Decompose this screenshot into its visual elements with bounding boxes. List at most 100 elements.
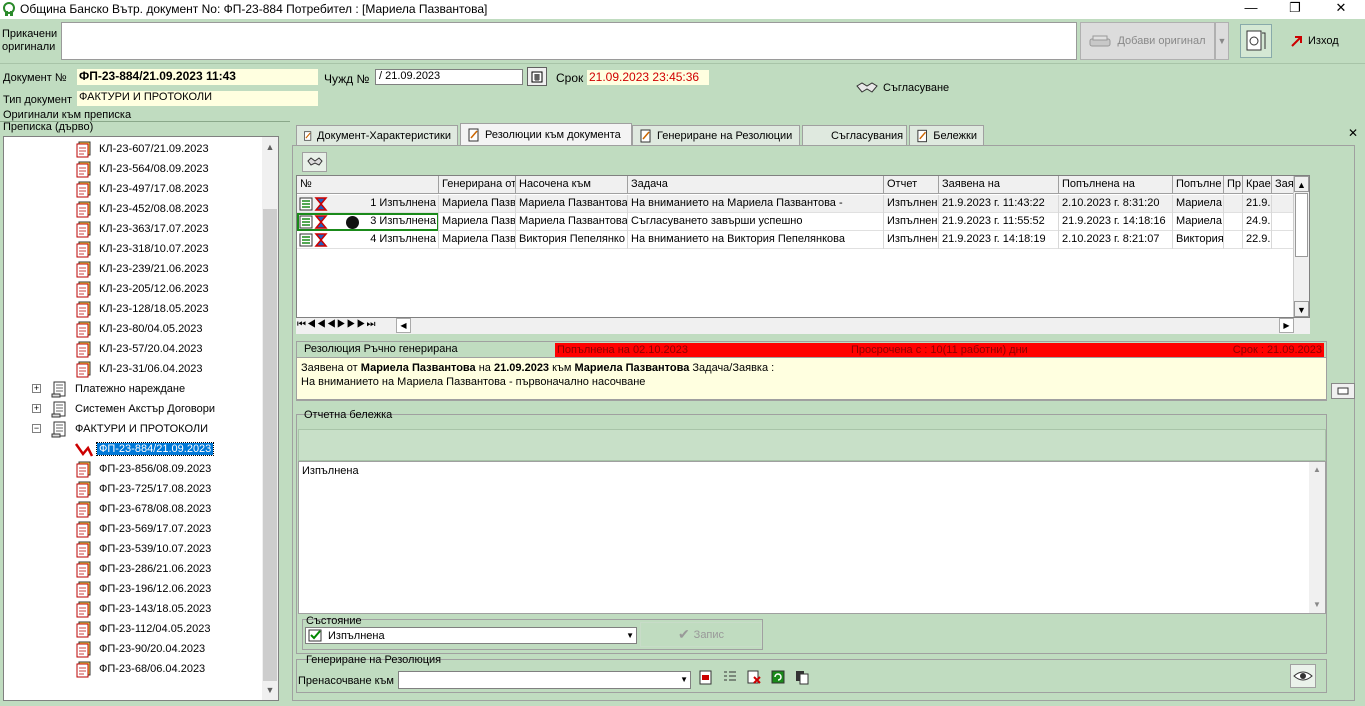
tree-scrollbar[interactable]: ▲ ▼ xyxy=(262,137,278,700)
exit-button[interactable]: Изход xyxy=(1290,28,1339,54)
resolution-label: Резолюция Ръчно генерирана xyxy=(304,343,458,355)
note-scroll-up[interactable]: ▲ xyxy=(1309,462,1325,478)
tab-1[interactable]: Резолюции към документа xyxy=(460,123,632,145)
tree-item-label: КЛ-23-57/20.04.2023 xyxy=(99,343,203,355)
overdue-text: Просрочена с : 10(11 работни) дни xyxy=(851,344,1028,356)
tree-item[interactable]: + Системен Акстър Договори xyxy=(32,399,217,419)
tree-item[interactable]: ФП-23-90/20.04.2023 xyxy=(74,639,207,659)
table-row[interactable]: 3 ИзпълненаМариела ПазвантоваМариела Паз… xyxy=(297,213,1294,231)
tree-item[interactable]: ФП-23-112/04.05.2023 xyxy=(74,619,212,639)
attach-tool-button[interactable] xyxy=(1240,24,1272,58)
grid-column-header[interactable]: Попълне xyxy=(1173,176,1224,194)
on-label: на xyxy=(478,362,491,374)
maximize-button[interactable]: ❐ xyxy=(1272,0,1318,19)
tree-item[interactable]: КЛ-23-128/18.05.2023 xyxy=(74,299,211,319)
tree-item[interactable]: КЛ-23-318/10.07.2023 xyxy=(74,239,211,259)
tree-item[interactable]: + Платежно нареждане xyxy=(32,379,187,399)
tabs-close-icon[interactable]: ✕ xyxy=(1348,126,1358,140)
hscroll-left[interactable]: ◀ xyxy=(396,318,411,333)
approval-button[interactable]: Съгласуване xyxy=(856,80,949,96)
attachments-box[interactable] xyxy=(61,22,1077,60)
tree-item[interactable]: ФП-23-884/21.09.2023 xyxy=(74,439,215,459)
grid-column-header[interactable]: Заявена на xyxy=(939,176,1059,194)
tree-item[interactable]: КЛ-23-80/04.05.2023 xyxy=(74,319,205,339)
grid-column-header[interactable]: Попълнена на xyxy=(1059,176,1173,194)
tree-item[interactable]: КЛ-23-363/17.07.2023 xyxy=(74,219,211,239)
grid-column-header[interactable]: Насочена към xyxy=(516,176,628,194)
delete-resolution-icon[interactable] xyxy=(746,669,762,685)
grid-column-header[interactable]: № xyxy=(297,176,439,194)
record-navigator-icons[interactable]: ⏮◀◀◀▶▶▶⏭ xyxy=(297,319,377,330)
tree-expander[interactable]: − xyxy=(32,424,41,433)
tab-3[interactable]: Съгласувания xyxy=(802,125,907,145)
grid-toolbar-button[interactable] xyxy=(302,152,327,172)
tree-scroll-up[interactable]: ▲ xyxy=(262,139,278,155)
document-stack-icon xyxy=(76,301,91,318)
grid-column-header[interactable]: Крае xyxy=(1243,176,1272,194)
tree-item[interactable]: ФП-23-856/08.09.2023 xyxy=(74,459,213,479)
tree-item[interactable]: КЛ-23-31/06.04.2023 xyxy=(74,359,205,379)
close-button[interactable]: ✕ xyxy=(1318,0,1364,19)
grid-cell: 21.9.2023 г. 11:43:22 xyxy=(939,195,1059,213)
tree-item[interactable]: ФП-23-68/06.04.2023 xyxy=(74,659,207,679)
tree-item[interactable]: КЛ-23-607/21.09.2023 xyxy=(74,139,211,159)
redirect-select[interactable]: ▼ xyxy=(398,671,691,689)
refresh-resolution-icon[interactable] xyxy=(770,669,786,685)
state-select[interactable]: Изпълнена ▼ xyxy=(305,627,637,644)
minimize-button[interactable]: — xyxy=(1228,0,1274,19)
grid-cell: Мариела Пазвантова xyxy=(439,231,516,249)
table-row[interactable]: 1 ИзпълненаМариела ПазвантоваМариела Паз… xyxy=(297,195,1294,213)
grid-scroll-down[interactable]: ▼ xyxy=(1294,301,1309,317)
tree-item[interactable]: КЛ-23-564/08.09.2023 xyxy=(74,159,211,179)
tree-item[interactable]: КЛ-23-497/17.08.2023 xyxy=(74,179,211,199)
add-original-dropdown[interactable]: ▼ xyxy=(1215,22,1229,60)
redirect-dropdown-icon[interactable]: ▼ xyxy=(680,675,688,684)
tab-label: Бележки xyxy=(933,129,977,142)
hscroll-right[interactable]: ▶ xyxy=(1279,318,1294,333)
tree-item[interactable]: ФП-23-286/21.06.2023 xyxy=(74,559,213,579)
tree-item[interactable]: КЛ-23-239/21.06.2023 xyxy=(74,259,211,279)
tree-item[interactable]: КЛ-23-205/12.06.2023 xyxy=(74,279,211,299)
side-panel-button[interactable] xyxy=(1331,383,1355,399)
tab-2[interactable]: Генериране на Резолюции xyxy=(632,125,800,145)
grid-scroll-thumb[interactable] xyxy=(1295,193,1308,257)
grid-scroll-up[interactable]: ▲ xyxy=(1294,176,1309,192)
note-scroll-down[interactable]: ▼ xyxy=(1309,597,1325,613)
foreign-no-field[interactable]: / 21.09.2023 xyxy=(375,69,523,85)
preview-button[interactable] xyxy=(1290,664,1316,688)
grid-column-header[interactable]: Задача xyxy=(628,176,884,194)
tree-item[interactable]: ФП-23-539/10.07.2023 xyxy=(74,539,213,559)
tree-item[interactable]: ФП-23-678/08.08.2023 xyxy=(74,499,213,519)
note-textarea[interactable]: Изпълнена ▲ ▼ xyxy=(298,461,1326,614)
list-tree-icon[interactable] xyxy=(722,669,738,685)
save-button[interactable]: ✔ Запис xyxy=(640,622,762,647)
tree-item[interactable]: ФП-23-725/17.08.2023 xyxy=(74,479,213,499)
tree-expander[interactable]: + xyxy=(32,404,41,413)
tree-expander[interactable]: + xyxy=(32,384,41,393)
resolution-icon xyxy=(468,128,479,141)
table-row[interactable]: 4 ИзпълненаМариела ПазвантоваВиктория Пе… xyxy=(297,231,1294,249)
grid-column-header[interactable]: Отчет xyxy=(884,176,939,194)
new-resolution-icon[interactable] xyxy=(698,669,714,685)
case-tree[interactable]: КЛ-23-607/21.09.2023 КЛ-23-564/08.09.2023… xyxy=(3,136,279,701)
tab-0[interactable]: Документ-Характеристики xyxy=(296,125,458,145)
tree-scroll-thumb[interactable] xyxy=(263,209,277,681)
tree-item[interactable]: КЛ-23-452/08.08.2023 xyxy=(74,199,211,219)
calendar-button[interactable] xyxy=(527,67,547,86)
tree-item[interactable]: ФП-23-143/18.05.2023 xyxy=(74,599,213,619)
tree-scroll-down[interactable]: ▼ xyxy=(262,682,278,698)
tree-item[interactable]: ФП-23-569/17.07.2023 xyxy=(74,519,213,539)
add-original-button[interactable]: Добави оригинал xyxy=(1080,22,1215,60)
tab-4[interactable]: Бележки xyxy=(909,125,984,145)
grid-column-header[interactable]: Генерирана от xyxy=(439,176,516,194)
grid-column-header[interactable]: Пр xyxy=(1224,176,1243,194)
tree-item[interactable]: ФП-23-196/12.06.2023 xyxy=(74,579,213,599)
state-dropdown-icon[interactable]: ▼ xyxy=(626,631,634,640)
resolutions-grid[interactable]: № Генерирана от Насочена към Задача Отчет Зая… xyxy=(296,175,1310,318)
tree-item[interactable]: КЛ-23-57/20.04.2023 xyxy=(74,339,205,359)
note-scrollbar[interactable]: ▲ ▼ xyxy=(1309,462,1325,613)
grid-column-header[interactable]: Зая xyxy=(1272,176,1294,194)
grid-vscroll[interactable]: ▲ ▼ xyxy=(1293,176,1309,317)
copy-resolution-icon[interactable] xyxy=(794,669,810,685)
tree-item[interactable]: − ФАКТУРИ И ПРОТОКОЛИ xyxy=(32,419,210,439)
